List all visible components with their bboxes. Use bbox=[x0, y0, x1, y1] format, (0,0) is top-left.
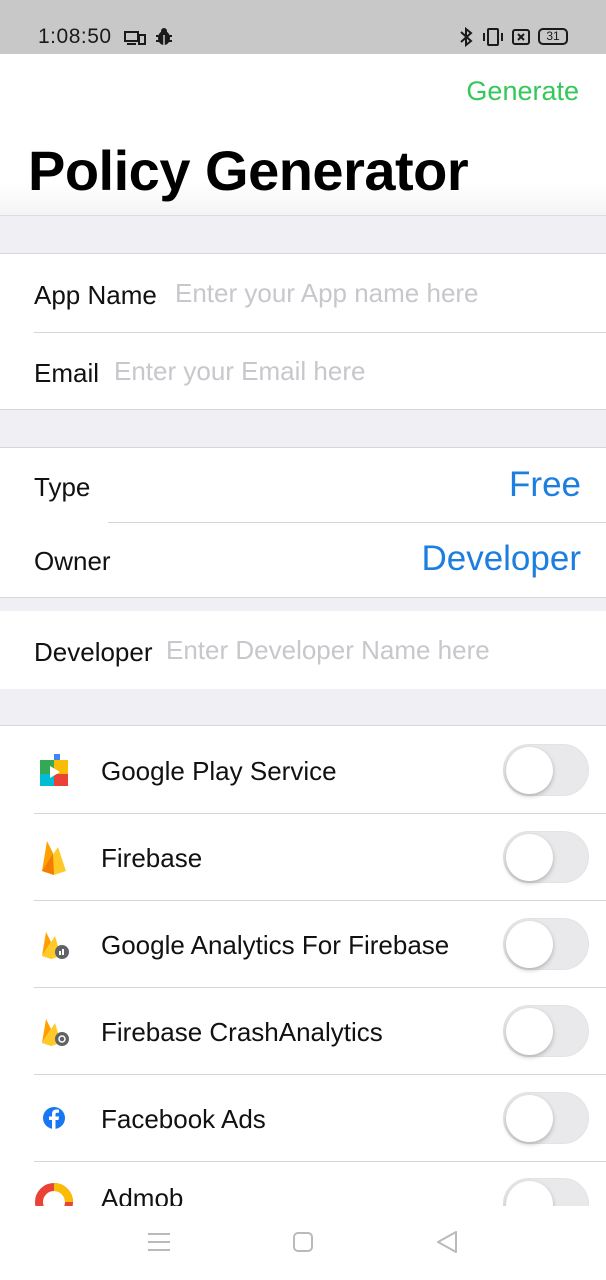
battery-icon: 31 bbox=[538, 28, 568, 45]
owner-row[interactable]: Owner Developer bbox=[0, 523, 606, 598]
email-row: Email bbox=[0, 333, 606, 410]
bug-icon bbox=[156, 28, 172, 45]
list-item: Facebook Ads bbox=[0, 1075, 606, 1161]
list-item: Firebase CrashAnalytics bbox=[0, 988, 606, 1074]
page-title: Policy Generator bbox=[28, 139, 469, 202]
developer-section: Developer bbox=[0, 611, 606, 689]
toggle-knob bbox=[506, 921, 553, 968]
owner-label: Owner bbox=[34, 546, 111, 576]
menu-icon[interactable] bbox=[143, 1226, 175, 1258]
facebook-ads-toggle[interactable] bbox=[503, 1092, 589, 1144]
firebase-toggle[interactable] bbox=[503, 831, 589, 883]
type-value[interactable]: Free bbox=[509, 465, 581, 505]
facebook-icon bbox=[43, 1107, 65, 1129]
status-bar: 1:08:50 31 bbox=[0, 0, 606, 54]
generate-button[interactable]: Generate bbox=[466, 76, 579, 107]
list-item: Admob bbox=[0, 1162, 606, 1206]
list-item: Google Analytics For Firebase bbox=[0, 901, 606, 987]
developer-label: Developer bbox=[34, 637, 153, 667]
service-name: Firebase CrashAnalytics bbox=[101, 1017, 383, 1047]
battery-level: 31 bbox=[546, 29, 560, 43]
toggle-knob bbox=[506, 1095, 553, 1142]
bluetooth-icon bbox=[460, 27, 473, 47]
service-name: Facebook Ads bbox=[101, 1104, 266, 1134]
owner-value[interactable]: Developer bbox=[421, 539, 581, 579]
admob-toggle[interactable] bbox=[503, 1178, 589, 1206]
app-name-label: App Name bbox=[34, 280, 157, 310]
app-name-row: App Name bbox=[0, 254, 606, 332]
developer-input[interactable] bbox=[166, 629, 596, 671]
google-analytics-toggle[interactable] bbox=[503, 918, 589, 970]
firebase-crashlytics-icon bbox=[42, 1019, 69, 1046]
section-gap bbox=[0, 598, 606, 611]
list-item: Google Play Service bbox=[0, 727, 606, 813]
toggle-knob bbox=[506, 1181, 553, 1206]
service-name: Google Analytics For Firebase bbox=[101, 930, 450, 960]
home-icon[interactable] bbox=[287, 1226, 319, 1258]
app-info-section: App Name Email bbox=[0, 253, 606, 410]
header: Generate Policy Generator bbox=[0, 54, 606, 216]
service-name: Admob bbox=[101, 1183, 184, 1206]
section-gap bbox=[0, 689, 606, 726]
service-name: Google Play Service bbox=[101, 756, 337, 786]
status-time: 1:08:50 bbox=[38, 25, 112, 48]
email-label: Email bbox=[34, 358, 100, 388]
service-name: Firebase bbox=[101, 843, 203, 873]
type-label: Type bbox=[34, 472, 91, 502]
google-play-service-toggle[interactable] bbox=[503, 744, 589, 796]
type-row[interactable]: Type Free bbox=[0, 448, 606, 522]
section-gap bbox=[0, 216, 606, 253]
vibrate-icon bbox=[483, 28, 503, 46]
cast-icon bbox=[124, 31, 146, 45]
toggle-knob bbox=[506, 747, 553, 794]
sim-icon bbox=[512, 29, 530, 45]
admob-icon bbox=[35, 1183, 73, 1206]
firebase-analytics-icon bbox=[42, 932, 69, 959]
services-list: Google Play Service Firebase Google Anal… bbox=[0, 727, 606, 1206]
firebase-icon bbox=[42, 841, 66, 875]
navigation-bar bbox=[0, 1206, 606, 1280]
app-name-input[interactable] bbox=[175, 272, 595, 314]
toggle-knob bbox=[506, 1008, 553, 1055]
section-gap bbox=[0, 410, 606, 447]
google-play-services-icon bbox=[40, 754, 68, 786]
list-item: Firebase bbox=[0, 814, 606, 900]
back-icon[interactable] bbox=[431, 1226, 463, 1258]
toggle-knob bbox=[506, 834, 553, 881]
firebase-crashanalytics-toggle[interactable] bbox=[503, 1005, 589, 1057]
email-input[interactable] bbox=[114, 350, 594, 392]
type-owner-section: Type Free Owner Developer bbox=[0, 447, 606, 598]
